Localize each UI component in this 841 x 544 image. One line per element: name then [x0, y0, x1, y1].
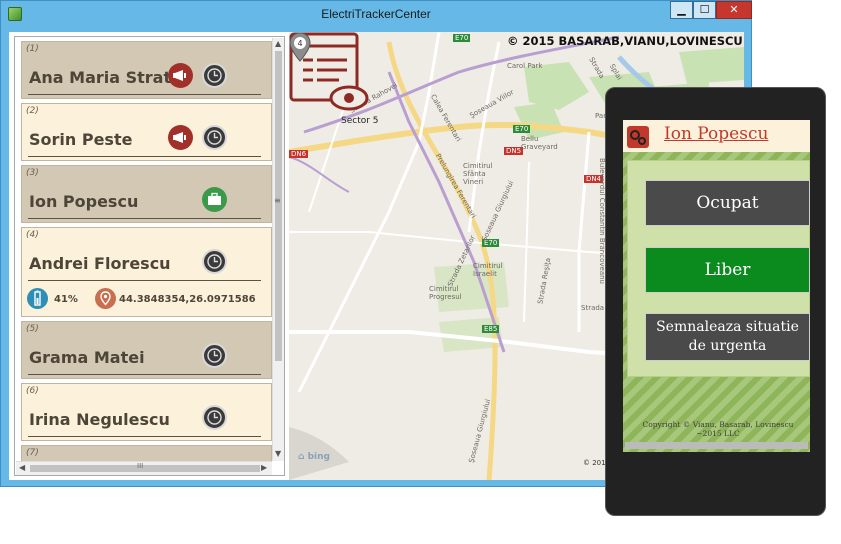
scroll-up-icon[interactable]: ▲: [275, 39, 281, 49]
item-divider: [28, 374, 261, 375]
map-label: Cimitirul Israelit: [473, 262, 503, 278]
h-grip-icon: III: [137, 462, 144, 470]
phone-user-name[interactable]: Ion Popescu: [664, 124, 768, 144]
minimize-button[interactable]: ▁: [670, 1, 693, 19]
maximize-button[interactable]: ☐: [693, 1, 716, 19]
list-item[interactable]: (4) Andrei Florescu 41% 44.3848354,26.09…: [21, 227, 272, 317]
scroll-thumb[interactable]: ≡: [274, 51, 282, 361]
item-name: Ana Maria Strat: [29, 68, 172, 87]
map-pin-number: 4: [297, 39, 302, 48]
map-label: Cimitirul Sfânta Vineri: [463, 162, 493, 186]
item-divider: [28, 218, 261, 219]
item-index: (6): [26, 386, 39, 396]
bing-logo: ⌂ bing: [298, 452, 330, 462]
phone-copyright: Copyright © Vianu, Basarab, Lovinescu ~2…: [642, 420, 794, 438]
road-badge: E85: [482, 325, 500, 333]
vertical-scrollbar[interactable]: ▲ ≡ ▼: [272, 38, 284, 461]
clock-icon[interactable]: [202, 249, 227, 274]
item-index: (5): [26, 324, 39, 334]
phone-frame: Ion Popescu Ocupat Liber Semnaleaza situ…: [605, 87, 826, 516]
item-divider: [28, 94, 261, 95]
scroll-left-icon[interactable]: ◀: [19, 463, 25, 473]
list-item[interactable]: (1) Ana Maria Strat: [21, 41, 272, 99]
road-badge: DN6: [289, 150, 309, 158]
window-title: ElectriTrackerCenter: [321, 7, 431, 21]
scroll-down-icon[interactable]: ▼: [275, 449, 281, 459]
grip-icon: ≡: [274, 196, 281, 205]
list-item[interactable]: (2) Sorin Peste: [21, 103, 272, 161]
list-item[interactable]: (3) Ion Popescu: [21, 165, 272, 223]
item-divider: [28, 280, 261, 281]
clock-icon[interactable]: [202, 63, 227, 88]
busy-button[interactable]: Ocupat: [645, 180, 810, 226]
emergency-button[interactable]: Semnaleaza situatie de urgenta: [645, 313, 810, 361]
item-index: (2): [26, 106, 39, 116]
clock-icon[interactable]: [202, 405, 227, 430]
list-item[interactable]: (5) Grama Matei: [21, 321, 272, 379]
road-badge: E70: [513, 125, 531, 133]
map-label: Bellu Graveyard: [521, 135, 558, 151]
employee-list: (1) Ana Maria Strat (2) Sorin Peste (3) …: [14, 36, 285, 476]
item-index: (1): [26, 44, 39, 54]
briefcase-icon[interactable]: [202, 187, 227, 212]
item-name: Grama Matei: [29, 348, 145, 367]
location-icon[interactable]: [95, 288, 116, 309]
map-label: Strada: [581, 304, 605, 312]
item-name: Sorin Peste: [29, 130, 133, 149]
h-scroll-thumb[interactable]: III: [30, 462, 260, 472]
sector-label: Sector 5: [341, 116, 379, 126]
item-divider: [28, 156, 261, 157]
battery-icon: [27, 288, 48, 309]
item-index: (7): [26, 448, 39, 458]
map-label: Cimitirul Progresul: [429, 285, 462, 301]
free-button[interactable]: Liber: [645, 247, 810, 293]
phone-header: Ion Popescu: [623, 120, 810, 152]
location-coords: 44.3848354,26.0971586: [119, 294, 256, 305]
phone-scrollbar[interactable]: [625, 442, 808, 449]
close-button[interactable]: ✕: [716, 1, 752, 19]
road-badge: E70: [453, 34, 471, 42]
title-bar[interactable]: ElectriTrackerCenter ▁ ☐ ✕: [1, 1, 752, 29]
item-name: Irina Negulescu: [29, 410, 170, 429]
item-name: Andrei Florescu: [29, 254, 171, 273]
map-label: Carol Park: [507, 62, 543, 70]
item-name: Ion Popescu: [29, 192, 139, 211]
battery-level: 41%: [54, 294, 78, 305]
clock-icon[interactable]: [202, 343, 227, 368]
item-divider: [28, 436, 261, 437]
megaphone-icon[interactable]: [168, 63, 193, 88]
map-pin-icon[interactable]: 4: [289, 32, 311, 62]
clock-icon[interactable]: [202, 125, 227, 150]
phone-screen: Ion Popescu Ocupat Liber Semnaleaza situ…: [623, 120, 810, 452]
item-index: (3): [26, 168, 39, 178]
scroll-right-icon[interactable]: ▶: [261, 463, 267, 473]
map-copyright: © 2015 BASARAB,VIANU,LOVINESCU: [507, 34, 743, 48]
horizontal-scrollbar[interactable]: ◀ III ▶: [16, 461, 272, 475]
item-index: (4): [26, 230, 39, 240]
gear-icon[interactable]: [627, 126, 649, 148]
list-item[interactable]: (6) Irina Negulescu: [21, 383, 272, 441]
megaphone-icon[interactable]: [168, 125, 193, 150]
